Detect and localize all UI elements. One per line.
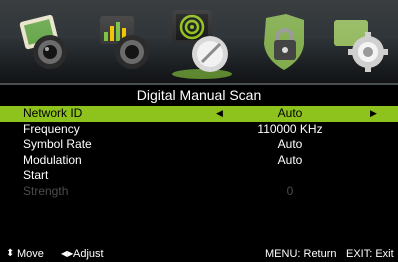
menu-item-value: 0: [286, 183, 294, 198]
menu-item-network-id[interactable]: Network ID ◀ Auto ▶: [0, 106, 398, 122]
lock-icon[interactable]: [252, 10, 316, 76]
main-menu-icon-bar: [0, 0, 398, 83]
menu-item-label: Frequency: [23, 121, 80, 136]
menu-item-label: Symbol Rate: [23, 137, 92, 152]
move-hint: Move: [17, 248, 44, 260]
menu-item-label: Strength: [23, 183, 69, 198]
right-arrow-icon[interactable]: ▶: [370, 106, 377, 122]
header-divider: [0, 83, 398, 85]
menu-item-modulation[interactable]: Modulation Auto: [0, 153, 398, 169]
adjust-hint: Adjust: [73, 248, 104, 260]
up-down-arrows-icon: ⬍: [6, 248, 15, 259]
menu-item-symbol-rate[interactable]: Symbol Rate Auto: [0, 137, 398, 153]
picture-icon[interactable]: [14, 10, 78, 76]
menu-item-start[interactable]: Start: [0, 168, 398, 184]
menu-item-label: Modulation: [23, 152, 82, 167]
menu-item-value: Auto: [277, 106, 303, 120]
left-arrow-icon[interactable]: ◀: [216, 106, 223, 122]
settings-menu: Network ID ◀ Auto ▶ Frequency 110000 KHz…: [0, 106, 398, 200]
menu-return-hint: MENU: Return: [265, 248, 337, 260]
channel-icon[interactable]: [166, 4, 238, 80]
menu-item-label: Start: [23, 168, 49, 183]
footer-hints: ⬍ Move ◀▶ Adjust MENU: Return EXIT: Exit: [0, 246, 398, 262]
menu-item-value: Auto: [277, 152, 303, 167]
sound-icon[interactable]: [94, 10, 158, 76]
menu-item-value: 110000 KHz: [257, 121, 323, 136]
menu-item-strength: Strength 0: [0, 184, 398, 200]
left-right-arrows-icon: ◀▶: [61, 249, 74, 258]
menu-item-label: Network ID: [23, 106, 83, 120]
page-title: Digital Manual Scan: [136, 87, 262, 103]
setup-icon[interactable]: [328, 10, 392, 76]
menu-item-frequency[interactable]: Frequency 110000 KHz: [0, 122, 398, 138]
exit-hint: EXIT: Exit: [346, 248, 394, 260]
menu-item-value: Auto: [277, 137, 303, 152]
